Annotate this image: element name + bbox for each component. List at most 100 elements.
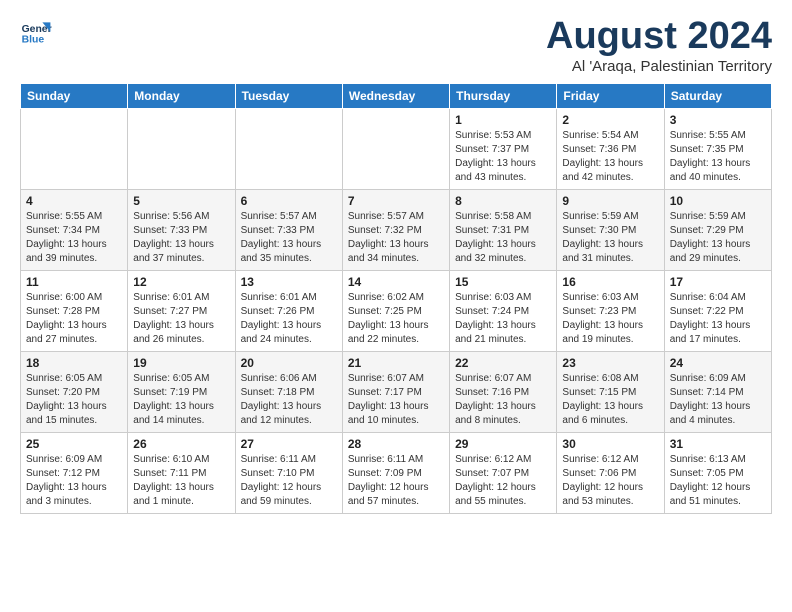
day-number: 13 xyxy=(241,275,337,289)
logo: General Blue xyxy=(20,16,52,48)
day-info: Sunrise: 6:11 AM Sunset: 7:09 PM Dayligh… xyxy=(348,453,444,509)
day-header-tuesday: Tuesday xyxy=(235,83,342,108)
day-number: 16 xyxy=(562,275,658,289)
day-number: 15 xyxy=(455,275,551,289)
day-cell xyxy=(21,108,128,189)
day-cell: 29 Sunrise: 6:12 AM Sunset: 7:07 PM Dayli… xyxy=(450,432,557,513)
day-info: Sunrise: 5:56 AM Sunset: 7:33 PM Dayligh… xyxy=(133,210,229,266)
day-cell xyxy=(235,108,342,189)
day-info: Sunrise: 6:09 AM Sunset: 7:14 PM Dayligh… xyxy=(670,372,766,428)
day-number: 31 xyxy=(670,437,766,451)
week-row-4: 18Sunrise: 6:05 AM Sunset: 7:20 PM Dayli… xyxy=(21,351,772,432)
day-number: 1 xyxy=(455,113,551,127)
day-info: Sunrise: 6:12 AM Sunset: 7:07 PM Dayligh… xyxy=(455,453,551,509)
day-number: 29 xyxy=(455,437,551,451)
day-cell: 3 Sunrise: 5:55 AM Sunset: 7:35 PM Daylig… xyxy=(664,108,771,189)
day-cell: 17Sunrise: 6:04 AM Sunset: 7:22 PM Dayli… xyxy=(664,270,771,351)
day-number: 10 xyxy=(670,194,766,208)
day-info: Sunrise: 6:06 AM Sunset: 7:18 PM Dayligh… xyxy=(241,372,337,428)
day-info: Sunrise: 6:07 AM Sunset: 7:16 PM Dayligh… xyxy=(455,372,551,428)
day-info: Sunrise: 6:12 AM Sunset: 7:06 PM Dayligh… xyxy=(562,453,658,509)
day-number: 30 xyxy=(562,437,658,451)
day-info: Sunrise: 5:58 AM Sunset: 7:31 PM Dayligh… xyxy=(455,210,551,266)
day-cell: 5 Sunrise: 5:56 AM Sunset: 7:33 PM Daylig… xyxy=(128,189,235,270)
day-cell: 27Sunrise: 6:11 AM Sunset: 7:10 PM Dayli… xyxy=(235,432,342,513)
day-info: Sunrise: 6:02 AM Sunset: 7:25 PM Dayligh… xyxy=(348,291,444,347)
week-row-2: 4 Sunrise: 5:55 AM Sunset: 7:34 PM Daylig… xyxy=(21,189,772,270)
day-cell: 8 Sunrise: 5:58 AM Sunset: 7:31 PM Daylig… xyxy=(450,189,557,270)
day-number: 22 xyxy=(455,356,551,370)
subtitle: Al 'Araqa, Palestinian Territory xyxy=(546,58,772,75)
day-number: 14 xyxy=(348,275,444,289)
day-number: 5 xyxy=(133,194,229,208)
day-info: Sunrise: 6:05 AM Sunset: 7:20 PM Dayligh… xyxy=(26,372,122,428)
day-info: Sunrise: 5:54 AM Sunset: 7:36 PM Dayligh… xyxy=(562,129,658,185)
day-info: Sunrise: 6:07 AM Sunset: 7:17 PM Dayligh… xyxy=(348,372,444,428)
day-cell: 21 Sunrise: 6:07 AM Sunset: 7:17 PM Dayli… xyxy=(342,351,449,432)
day-cell: 19 Sunrise: 6:05 AM Sunset: 7:19 PM Dayli… xyxy=(128,351,235,432)
week-row-3: 11 Sunrise: 6:00 AM Sunset: 7:28 PM Dayli… xyxy=(21,270,772,351)
day-number: 11 xyxy=(26,275,122,289)
day-cell: 16 Sunrise: 6:03 AM Sunset: 7:23 PM Dayli… xyxy=(557,270,664,351)
day-number: 26 xyxy=(133,437,229,451)
day-number: 28 xyxy=(348,437,444,451)
day-number: 20 xyxy=(241,356,337,370)
day-number: 24 xyxy=(670,356,766,370)
svg-text:Blue: Blue xyxy=(22,34,45,45)
page-header: General Blue August 2024 Al 'Araqa, Pale… xyxy=(20,16,772,75)
day-cell xyxy=(342,108,449,189)
header-row: SundayMondayTuesdayWednesdayThursdayFrid… xyxy=(21,83,772,108)
day-number: 4 xyxy=(26,194,122,208)
day-number: 21 xyxy=(348,356,444,370)
day-number: 2 xyxy=(562,113,658,127)
week-row-5: 25 Sunrise: 6:09 AM Sunset: 7:12 PM Dayli… xyxy=(21,432,772,513)
day-cell: 4 Sunrise: 5:55 AM Sunset: 7:34 PM Daylig… xyxy=(21,189,128,270)
day-cell: 23Sunrise: 6:08 AM Sunset: 7:15 PM Dayli… xyxy=(557,351,664,432)
day-cell: 12Sunrise: 6:01 AM Sunset: 7:27 PM Dayli… xyxy=(128,270,235,351)
day-cell: 20 Sunrise: 6:06 AM Sunset: 7:18 PM Dayli… xyxy=(235,351,342,432)
day-info: Sunrise: 6:11 AM Sunset: 7:10 PM Dayligh… xyxy=(241,453,337,509)
day-info: Sunrise: 6:01 AM Sunset: 7:27 PM Dayligh… xyxy=(133,291,229,347)
day-info: Sunrise: 5:57 AM Sunset: 7:33 PM Dayligh… xyxy=(241,210,337,266)
day-cell: 18Sunrise: 6:05 AM Sunset: 7:20 PM Dayli… xyxy=(21,351,128,432)
day-number: 25 xyxy=(26,437,122,451)
day-number: 3 xyxy=(670,113,766,127)
day-info: Sunrise: 5:55 AM Sunset: 7:34 PM Dayligh… xyxy=(26,210,122,266)
day-cell: 9Sunrise: 5:59 AM Sunset: 7:30 PM Daylig… xyxy=(557,189,664,270)
day-info: Sunrise: 6:05 AM Sunset: 7:19 PM Dayligh… xyxy=(133,372,229,428)
main-title: August 2024 xyxy=(546,16,772,58)
day-header-wednesday: Wednesday xyxy=(342,83,449,108)
day-cell: 11 Sunrise: 6:00 AM Sunset: 7:28 PM Dayli… xyxy=(21,270,128,351)
week-row-1: 1Sunrise: 5:53 AM Sunset: 7:37 PM Daylig… xyxy=(21,108,772,189)
day-number: 6 xyxy=(241,194,337,208)
day-header-saturday: Saturday xyxy=(664,83,771,108)
day-number: 19 xyxy=(133,356,229,370)
day-info: Sunrise: 6:03 AM Sunset: 7:24 PM Dayligh… xyxy=(455,291,551,347)
day-cell: 7 Sunrise: 5:57 AM Sunset: 7:32 PM Daylig… xyxy=(342,189,449,270)
day-cell: 22 Sunrise: 6:07 AM Sunset: 7:16 PM Dayli… xyxy=(450,351,557,432)
day-cell: 15 Sunrise: 6:03 AM Sunset: 7:24 PM Dayli… xyxy=(450,270,557,351)
day-info: Sunrise: 6:13 AM Sunset: 7:05 PM Dayligh… xyxy=(670,453,766,509)
day-info: Sunrise: 6:03 AM Sunset: 7:23 PM Dayligh… xyxy=(562,291,658,347)
day-cell: 28 Sunrise: 6:11 AM Sunset: 7:09 PM Dayli… xyxy=(342,432,449,513)
day-header-friday: Friday xyxy=(557,83,664,108)
calendar-table: SundayMondayTuesdayWednesdayThursdayFrid… xyxy=(20,83,772,514)
day-cell: 25 Sunrise: 6:09 AM Sunset: 7:12 PM Dayli… xyxy=(21,432,128,513)
day-info: Sunrise: 5:55 AM Sunset: 7:35 PM Dayligh… xyxy=(670,129,766,185)
day-info: Sunrise: 6:00 AM Sunset: 7:28 PM Dayligh… xyxy=(26,291,122,347)
day-info: Sunrise: 6:04 AM Sunset: 7:22 PM Dayligh… xyxy=(670,291,766,347)
day-cell: 1Sunrise: 5:53 AM Sunset: 7:37 PM Daylig… xyxy=(450,108,557,189)
day-cell: 26Sunrise: 6:10 AM Sunset: 7:11 PM Dayli… xyxy=(128,432,235,513)
day-info: Sunrise: 6:09 AM Sunset: 7:12 PM Dayligh… xyxy=(26,453,122,509)
day-info: Sunrise: 5:57 AM Sunset: 7:32 PM Dayligh… xyxy=(348,210,444,266)
title-block: August 2024 Al 'Araqa, Palestinian Terri… xyxy=(546,16,772,75)
day-cell: 30 Sunrise: 6:12 AM Sunset: 7:06 PM Dayli… xyxy=(557,432,664,513)
day-cell: 10 Sunrise: 5:59 AM Sunset: 7:29 PM Dayli… xyxy=(664,189,771,270)
day-cell: 14 Sunrise: 6:02 AM Sunset: 7:25 PM Dayli… xyxy=(342,270,449,351)
day-header-monday: Monday xyxy=(128,83,235,108)
day-number: 8 xyxy=(455,194,551,208)
day-number: 7 xyxy=(348,194,444,208)
day-cell: 13Sunrise: 6:01 AM Sunset: 7:26 PM Dayli… xyxy=(235,270,342,351)
day-info: Sunrise: 5:59 AM Sunset: 7:29 PM Dayligh… xyxy=(670,210,766,266)
day-header-thursday: Thursday xyxy=(450,83,557,108)
